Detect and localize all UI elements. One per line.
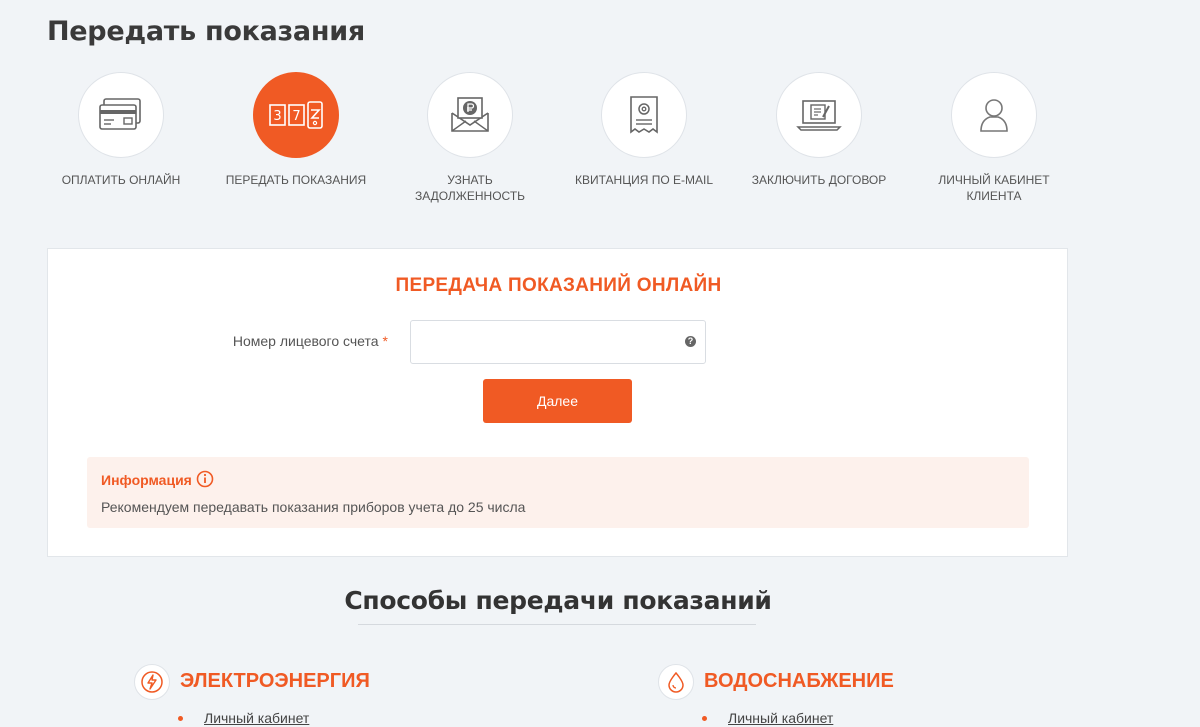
help-icon[interactable]: ? (685, 336, 696, 347)
laptop-contract-icon (796, 100, 842, 131)
methods-title: Способы передачи показаний (344, 586, 772, 615)
user-icon (980, 99, 1008, 132)
next-button[interactable]: Далее (483, 379, 632, 423)
service-client-cabinet[interactable]: Личный кабинет клиента (909, 72, 1079, 204)
meter-digit: 3 (273, 109, 281, 124)
info-icon (196, 470, 214, 488)
lightning-icon (141, 671, 163, 693)
bullet (178, 716, 183, 721)
info-title: Информация (101, 472, 192, 488)
required-mark: * (382, 333, 388, 349)
meter-counter-icon: 3 7 (269, 101, 323, 129)
page-title: Передать показания (47, 16, 365, 47)
methods-divider (358, 624, 756, 625)
meter-digit: 7 (292, 109, 300, 124)
service-email-receipt[interactable]: Квитанция по e-mail (559, 72, 729, 188)
email-receipt-icon (630, 96, 658, 134)
service-menu: Оплатить онлайн 3 7 Передать показания (0, 72, 1200, 212)
service-submit-readings[interactable]: 3 7 Передать показания (211, 72, 381, 188)
method-title: ЭЛЕКТРОЭНЕРГИЯ (180, 670, 370, 692)
credit-card-icon (99, 98, 141, 130)
electricity-cabinet-link[interactable]: Личный кабинет (204, 710, 309, 726)
bullet (702, 716, 707, 721)
info-text: Рекомендуем передавать показания приборо… (101, 499, 526, 515)
readings-form-card: ПЕРЕДАЧА ПОКАЗАНИЙ ОНЛАЙН Номер лицевого… (47, 248, 1068, 557)
account-number-input[interactable] (410, 320, 706, 364)
service-sign-contract[interactable]: Заключить договор (734, 72, 904, 188)
account-number-label: Номер лицевого счета * (232, 333, 388, 349)
service-check-debt[interactable]: Узнать задолженность (385, 72, 555, 204)
service-pay-online[interactable]: Оплатить онлайн (36, 72, 206, 188)
water-cabinet-link[interactable]: Личный кабинет (728, 710, 833, 726)
form-title: ПЕРЕДАЧА ПОКАЗАНИЙ ОНЛАЙН (395, 275, 722, 296)
method-title: ВОДОСНАБЖЕНИЕ (704, 670, 894, 692)
ruble-envelope-icon (451, 97, 489, 132)
info-box: Информация Рекомендуем передавать показа… (87, 457, 1029, 528)
water-drop-icon (668, 671, 684, 693)
